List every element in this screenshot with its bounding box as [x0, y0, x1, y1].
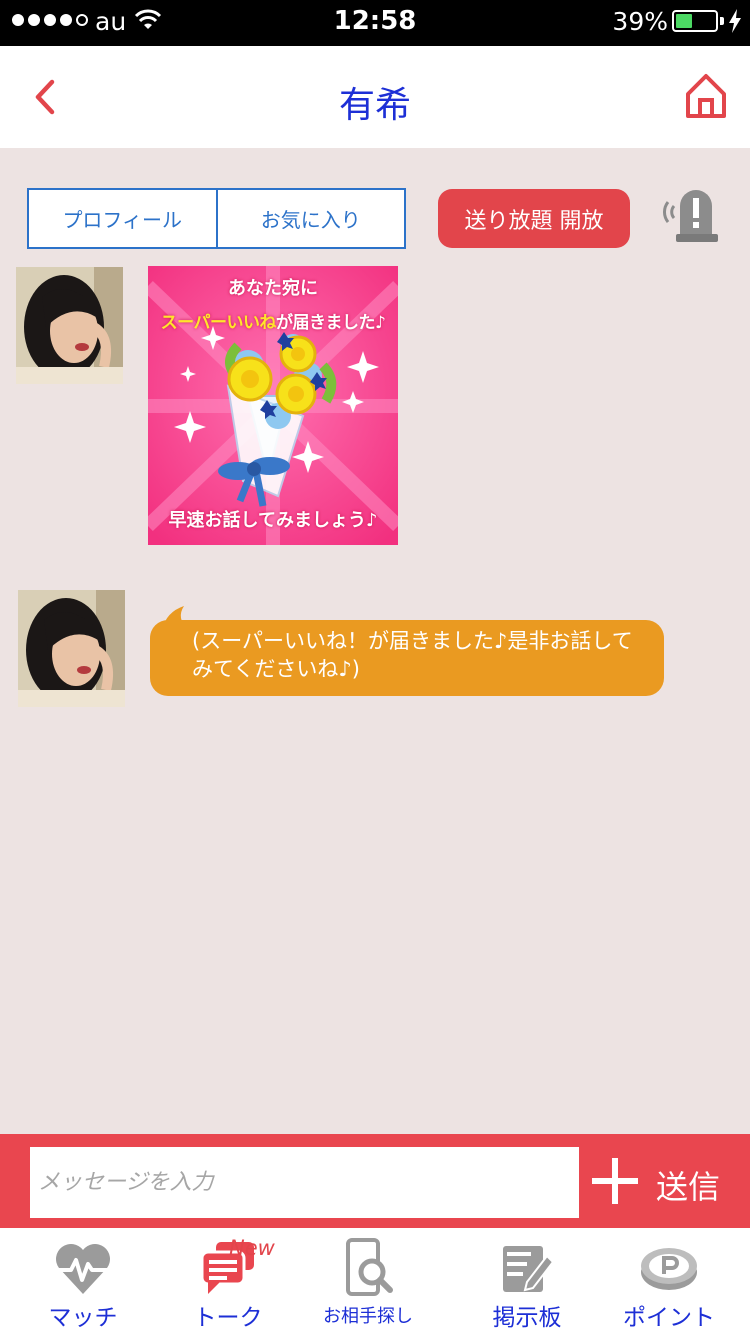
- battery-cap: [720, 17, 724, 25]
- heart-pulse-icon: [56, 1244, 110, 1294]
- message-bubble: (スーパーいいね！が届きました♪是非お話してみてくださいね♪): [150, 620, 664, 696]
- avatar[interactable]: [16, 267, 123, 384]
- tab-board[interactable]: 掲示板: [452, 1228, 602, 1334]
- battery-icon: [672, 10, 718, 32]
- battery-percent: 39%: [612, 7, 668, 36]
- tab-match[interactable]: マッチ: [8, 1228, 158, 1334]
- message-composer: 送信: [0, 1134, 750, 1228]
- stamp-line3: 早速お話してみましょう♪: [168, 510, 378, 531]
- board-edit-icon: [503, 1246, 555, 1292]
- stamp-line2-rest: が届きました♪: [275, 313, 386, 333]
- stamp-line1: あなた宛に: [228, 278, 318, 299]
- plus-icon[interactable]: [590, 1156, 640, 1206]
- tab-label: お相手探し: [323, 1306, 413, 1327]
- phone-search-icon: [346, 1238, 393, 1296]
- profile-button[interactable]: プロフィール: [29, 190, 218, 247]
- tab-label: ポイント: [623, 1305, 715, 1331]
- tab-label: トーク: [193, 1305, 263, 1331]
- tab-search[interactable]: お相手探し: [293, 1228, 443, 1334]
- super-like-stamp: あなた宛に スーパーいいねが届きました♪ 早速お話してみましょう♪: [148, 266, 398, 545]
- tab-label: マッチ: [48, 1305, 118, 1331]
- tab-point[interactable]: ポイント: [594, 1228, 744, 1334]
- home-icon[interactable]: [684, 72, 728, 120]
- charging-bolt-icon: [729, 9, 741, 33]
- new-badge: New: [229, 1236, 275, 1260]
- point-coin-icon: [641, 1248, 697, 1290]
- tab-bar: マッチ New トーク お相手探し 掲示板 ポイント: [0, 1228, 750, 1334]
- avatar[interactable]: [18, 590, 125, 707]
- unlimited-send-button[interactable]: 送り放題 開放: [438, 189, 630, 248]
- favorite-button[interactable]: お気に入り: [218, 190, 405, 247]
- tab-label: 掲示板: [492, 1305, 562, 1331]
- stamp-line2: スーパーいいねが届きました♪: [148, 308, 398, 333]
- report-alarm-icon[interactable]: [656, 184, 726, 244]
- message-input[interactable]: [30, 1147, 579, 1218]
- send-button[interactable]: 送信: [656, 1162, 720, 1208]
- page-title: 有希: [338, 85, 411, 126]
- stamp-highlight: スーパーいいね: [160, 313, 277, 333]
- profile-favorite-segment: プロフィール お気に入り: [27, 188, 406, 249]
- status-bar: au 12:58 39%: [0, 0, 750, 46]
- nav-bar: 有希: [0, 46, 750, 148]
- tab-talk[interactable]: New トーク: [153, 1228, 303, 1334]
